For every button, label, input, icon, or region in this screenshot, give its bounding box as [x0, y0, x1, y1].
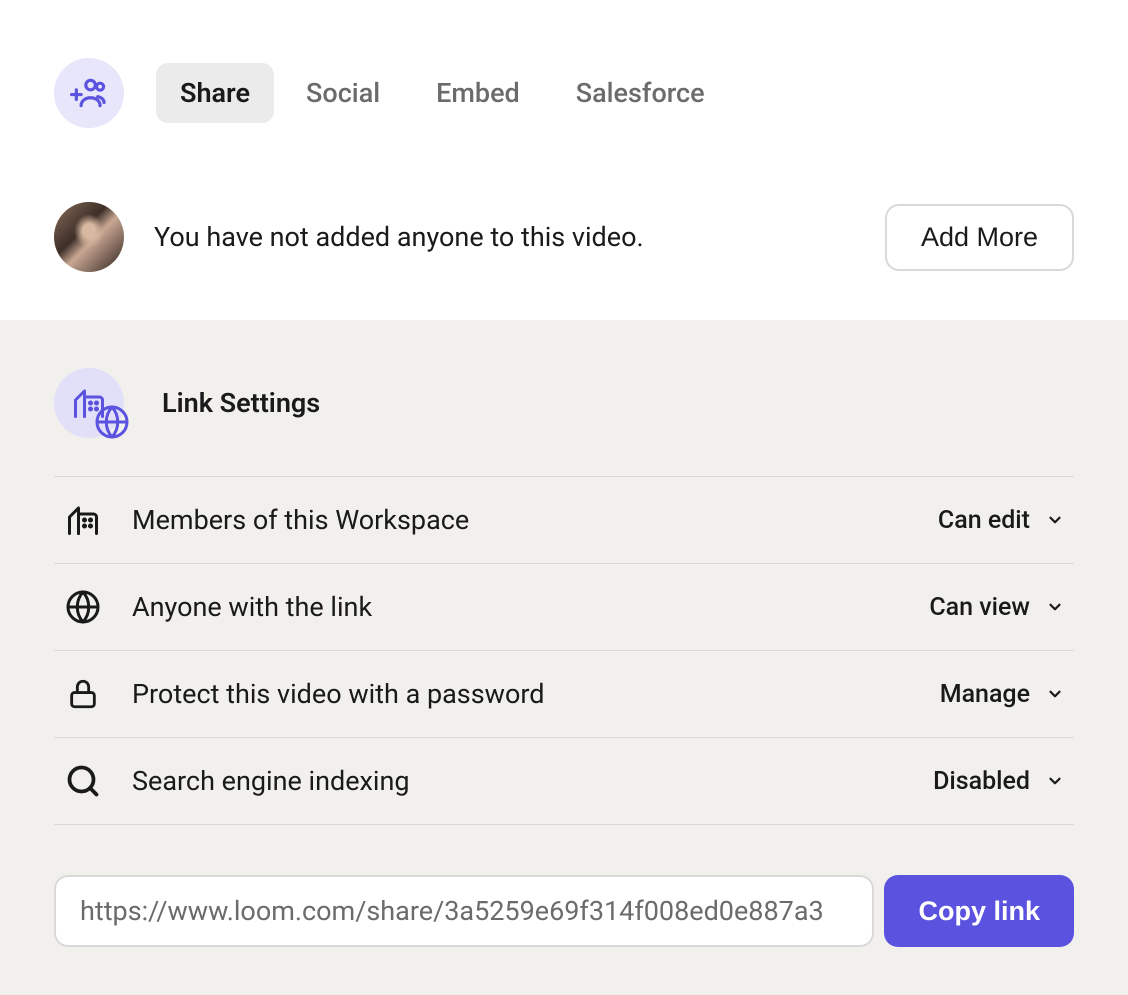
tab-share[interactable]: Share — [156, 63, 274, 123]
setting-row-workspace-members: Members of this Workspace Can edit — [54, 477, 1074, 564]
setting-left: Protect this video with a password — [64, 675, 545, 713]
chevron-down-icon — [1046, 598, 1064, 616]
copy-link-row: Copy link — [54, 875, 1074, 947]
chevron-down-icon — [1046, 511, 1064, 529]
added-row: You have not added anyone to this video.… — [54, 202, 1074, 272]
avatar — [54, 202, 124, 272]
setting-dropdown-password[interactable]: Manage — [940, 680, 1064, 709]
setting-row-anyone-link: Anyone with the link Can view — [54, 564, 1074, 651]
copy-link-button[interactable]: Copy link — [884, 875, 1074, 947]
setting-row-search-indexing: Search engine indexing Disabled — [54, 738, 1074, 825]
setting-row-password: Protect this video with a password Manag… — [54, 651, 1074, 738]
link-settings-header: Link Settings — [54, 368, 1074, 476]
tab-social[interactable]: Social — [282, 63, 404, 123]
setting-label: Protect this video with a password — [132, 678, 545, 710]
setting-value: Can view — [929, 593, 1030, 622]
tab-salesforce[interactable]: Salesforce — [552, 63, 729, 123]
setting-value: Manage — [940, 680, 1030, 709]
setting-dropdown-workspace[interactable]: Can edit — [938, 506, 1064, 535]
globe-badge-icon — [94, 404, 130, 440]
setting-left: Anyone with the link — [64, 588, 372, 626]
link-settings-icon-circle — [54, 368, 124, 438]
share-top-section: Share Social Embed Salesforce You have n… — [0, 0, 1128, 320]
setting-label: Search engine indexing — [132, 765, 410, 797]
search-icon — [64, 762, 102, 800]
add-people-icon — [70, 74, 108, 112]
link-settings-section: Link Settings Members of this Workspace — [0, 320, 1128, 995]
setting-label: Members of this Workspace — [132, 504, 469, 536]
setting-label: Anyone with the link — [132, 591, 372, 623]
setting-value: Can edit — [938, 506, 1030, 535]
add-more-button[interactable]: Add More — [885, 204, 1074, 271]
tabs: Share Social Embed Salesforce — [156, 63, 729, 123]
setting-left: Members of this Workspace — [64, 501, 469, 539]
lock-icon — [64, 675, 102, 713]
added-message: You have not added anyone to this video. — [154, 221, 644, 253]
people-icon-circle — [54, 58, 124, 128]
setting-value: Disabled — [933, 767, 1030, 796]
added-left: You have not added anyone to this video. — [54, 202, 644, 272]
tabs-row: Share Social Embed Salesforce — [54, 58, 1074, 128]
globe-icon — [64, 588, 102, 626]
settings-list: Members of this Workspace Can edit Anyon… — [54, 476, 1074, 825]
setting-dropdown-indexing[interactable]: Disabled — [933, 767, 1064, 796]
tab-embed[interactable]: Embed — [412, 63, 544, 123]
link-settings-title: Link Settings — [162, 387, 320, 419]
setting-left: Search engine indexing — [64, 762, 410, 800]
chevron-down-icon — [1046, 772, 1064, 790]
chevron-down-icon — [1046, 685, 1064, 703]
workspace-icon — [64, 501, 102, 539]
setting-dropdown-anyone[interactable]: Can view — [929, 593, 1064, 622]
share-link-input[interactable] — [54, 875, 874, 947]
